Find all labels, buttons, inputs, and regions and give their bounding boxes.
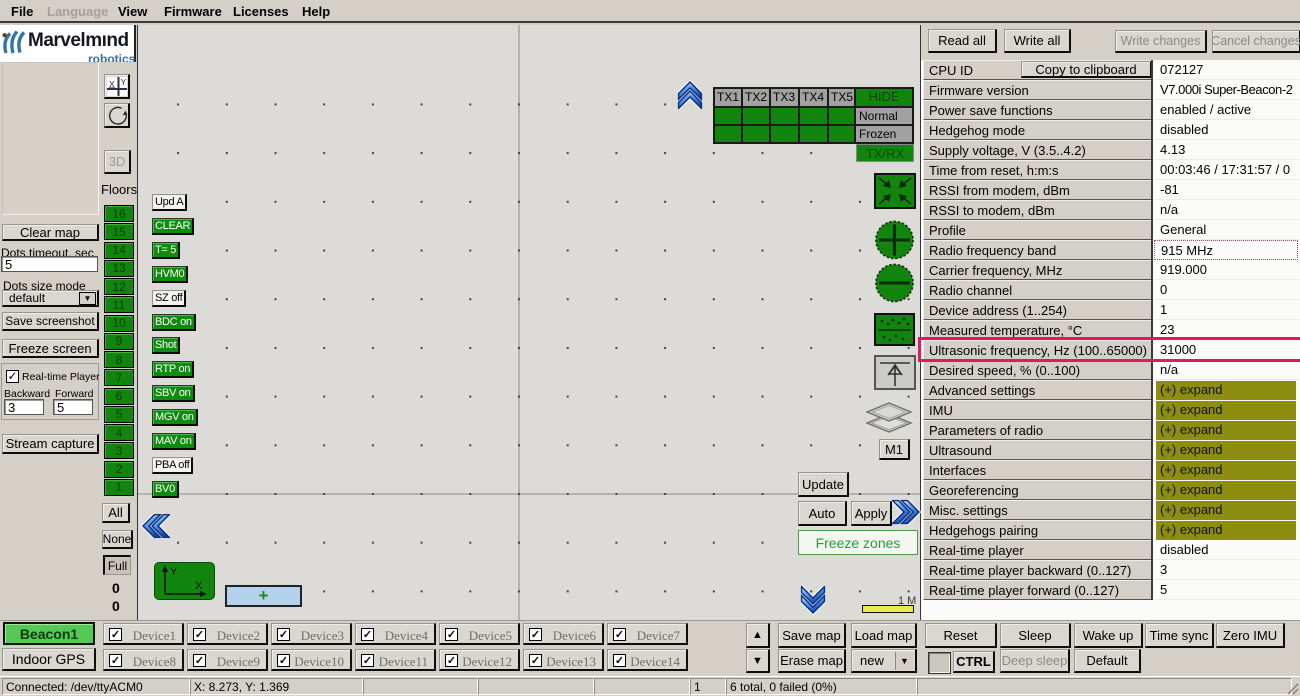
svg-text:Y: Y (170, 566, 178, 578)
svg-text:X: X (195, 580, 203, 592)
svg-text:Y: Y (120, 77, 126, 87)
